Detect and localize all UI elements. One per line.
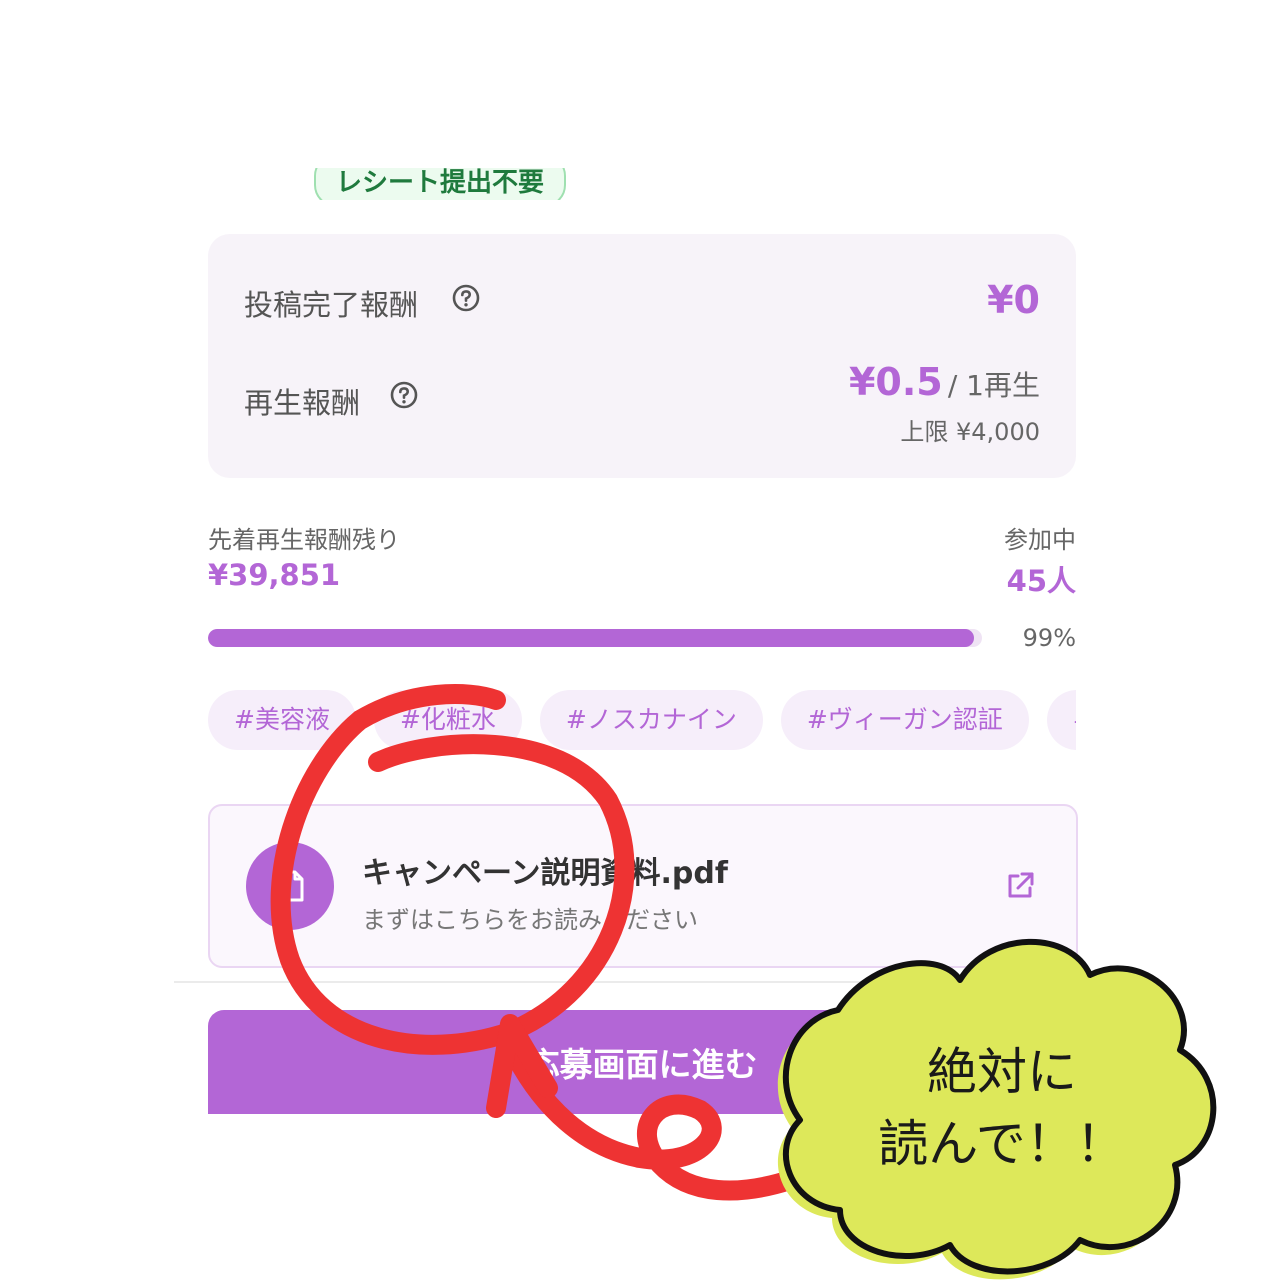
document-icon-circle	[246, 842, 334, 930]
divider	[174, 981, 1110, 983]
hashtag-chip[interactable]: #美容液	[208, 690, 356, 750]
participants-label: 参加中	[1004, 526, 1076, 554]
question-circle-icon[interactable]	[452, 284, 480, 312]
badge-container: レシート提出不要	[300, 168, 580, 200]
progress-percent: 99%	[1022, 624, 1076, 652]
document-icon	[277, 870, 304, 902]
cloud-line-1: 絶対に	[927, 1043, 1077, 1101]
play-reward-unit: / 1再生	[947, 369, 1040, 402]
cloud-annotation-text: 絶対に 読んで！！	[862, 1036, 1142, 1180]
hashtag-scroller[interactable]: #美容液 #化粧水 #ノスカナイン #ヴィーガン認証 #	[208, 690, 1076, 754]
pdf-title: キャンペーン説明資料.pdf	[362, 856, 728, 891]
hashtag-list: #美容液 #化粧水 #ノスカナイン #ヴィーガン認証 #	[208, 690, 1076, 750]
hashtag-chip[interactable]: #ヴィーガン認証	[780, 690, 1029, 750]
pdf-subtitle: まずはこちらをお読みください	[362, 906, 698, 934]
campaign-detail-screen: レシート提出不要 投稿完了報酬 ¥0 再生報酬 ¥0.5 / 1再生 上限 ¥4…	[0, 0, 1284, 1286]
receipt-not-required-badge: レシート提出不要	[314, 168, 567, 200]
remaining-reward-value: ¥39,851	[208, 558, 341, 592]
play-reward-label: 再生報酬	[244, 386, 361, 420]
reward-card: 投稿完了報酬 ¥0 再生報酬 ¥0.5 / 1再生 上限 ¥4,000	[208, 234, 1076, 478]
remaining-reward-label: 先着再生報酬残り	[208, 526, 400, 554]
completion-reward-label: 投稿完了報酬	[244, 288, 419, 322]
pdf-document-card[interactable]: キャンペーン説明資料.pdf まずはこちらをお読みください	[208, 804, 1078, 968]
cloud-line-2: 読んで！！	[878, 1115, 1126, 1173]
completion-reward-value: ¥0	[987, 278, 1040, 322]
external-link-icon[interactable]	[1002, 868, 1038, 904]
apply-button-label: 応募画面に進む	[526, 1045, 758, 1084]
question-circle-icon[interactable]	[390, 381, 418, 409]
hashtag-chip[interactable]: #ノスカナイン	[539, 690, 763, 750]
hashtag-chip[interactable]: #	[1046, 690, 1076, 750]
progress-bar	[208, 629, 982, 647]
hashtag-chip[interactable]: #化粧水	[373, 690, 522, 750]
play-reward-value: ¥0.5	[848, 360, 943, 404]
progress-fill	[208, 629, 975, 647]
play-reward-cap: 上限 ¥4,000	[900, 418, 1040, 446]
participants-value: 45人	[1006, 564, 1076, 598]
play-reward-rate: ¥0.5 / 1再生	[849, 360, 1040, 404]
